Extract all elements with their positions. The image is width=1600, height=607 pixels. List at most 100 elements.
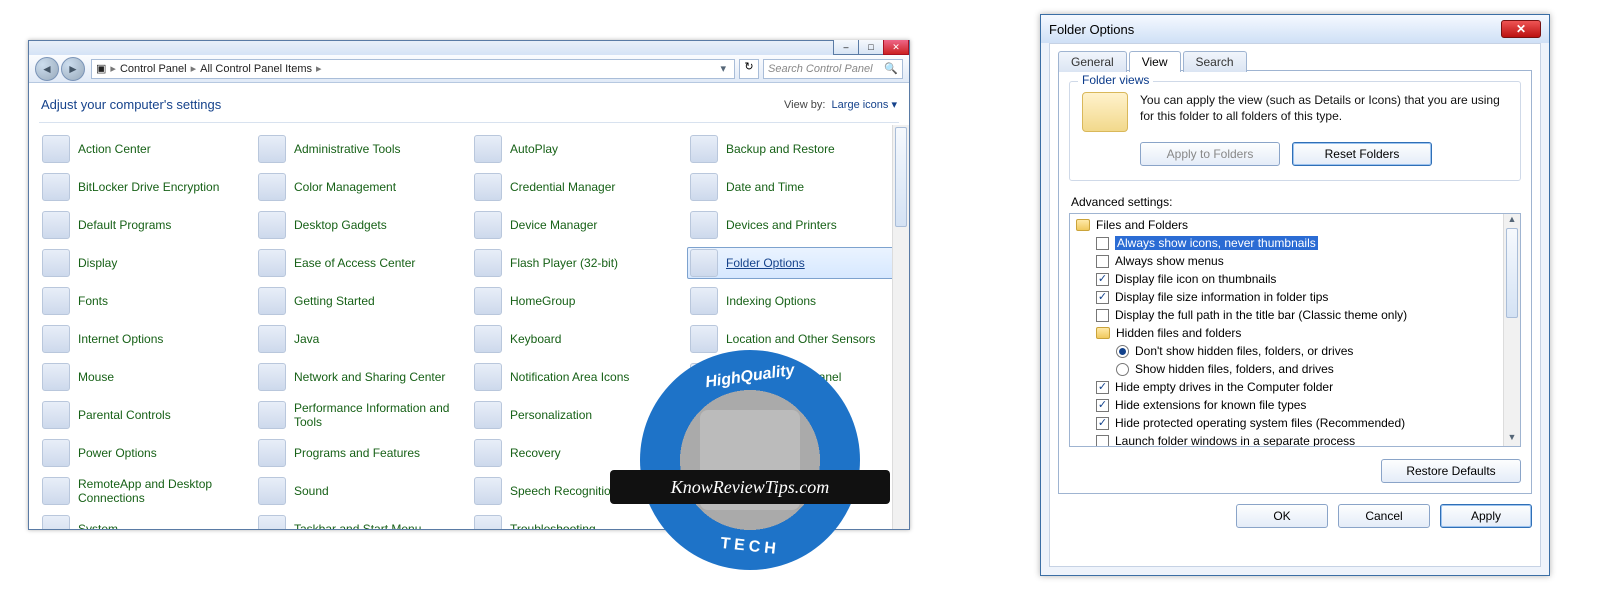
cp-item-keyboard[interactable]: Keyboard (471, 323, 683, 355)
apply-button[interactable]: Apply (1440, 504, 1532, 528)
forward-button[interactable]: ► (61, 57, 85, 81)
cp-item-color-management[interactable]: Color Management (255, 171, 467, 203)
cp-item-phone-and-modem[interactable]: Phone and Modem (687, 399, 899, 431)
tab-general[interactable]: General (1058, 51, 1127, 72)
cp-item-device-manager[interactable]: Device Manager (471, 209, 683, 241)
viewby-dropdown[interactable]: Large icons ▾ (832, 99, 897, 111)
checkbox[interactable]: ✓ (1096, 417, 1109, 430)
checkbox[interactable] (1096, 255, 1109, 268)
cancel-button[interactable]: Cancel (1338, 504, 1430, 528)
tree-check-display-file-size-information-in-folder-[interactable]: ✓Display file size information in folder… (1070, 288, 1503, 306)
cp-item-action-center[interactable]: Action Center (39, 133, 251, 165)
tab-view[interactable]: View (1129, 51, 1181, 72)
cp-item-homegroup[interactable]: HomeGroup (471, 285, 683, 317)
tree-check-hide-extensions-for-known-file-types[interactable]: ✓Hide extensions for known file types (1070, 396, 1503, 414)
checkbox[interactable]: ✓ (1096, 291, 1109, 304)
cp-item-parental-controls[interactable]: Parental Controls (39, 399, 251, 431)
cp-item-backup-and-restore[interactable]: Backup and Restore (687, 133, 899, 165)
cp-item-getting-started[interactable]: Getting Started (255, 285, 467, 317)
breadcrumb-1[interactable]: Control Panel (120, 63, 187, 75)
apply-to-folders-button[interactable]: Apply to Folders (1140, 142, 1280, 166)
cp-item-taskbar-and-start-menu[interactable]: Taskbar and Start Menu (255, 513, 467, 529)
cp-item-administrative-tools[interactable]: Administrative Tools (255, 133, 467, 165)
cp-item-mouse[interactable]: Mouse (39, 361, 251, 393)
cp-item-devices-and-printers[interactable]: Devices and Printers (687, 209, 899, 241)
cp-item-sync-center[interactable]: Sync Center (687, 475, 899, 507)
checkbox[interactable] (1096, 309, 1109, 322)
cp-item-power-options[interactable]: Power Options (39, 437, 251, 469)
cp-item-ease-of-access-center[interactable]: Ease of Access Center (255, 247, 467, 279)
tree-radio-don-t-show-hidden-files-folders-or-drive[interactable]: Don't show hidden files, folders, or dri… (1070, 342, 1503, 360)
cp-item-bitlocker-drive-encryption[interactable]: BitLocker Drive Encryption (39, 171, 251, 203)
tree-radio-show-hidden-files-folders-and-drives[interactable]: Show hidden files, folders, and drives (1070, 360, 1503, 378)
cp-titlebar[interactable]: – □ ✕ (29, 41, 909, 55)
cp-item-region-and-language[interactable]: Region and Language (687, 437, 899, 469)
cp-item-desktop-gadgets[interactable]: Desktop Gadgets (255, 209, 467, 241)
close-button[interactable]: ✕ (1501, 20, 1541, 38)
advanced-scrollbar[interactable]: ▲▼ (1503, 214, 1520, 446)
cp-item-default-programs[interactable]: Default Programs (39, 209, 251, 241)
cp-scrollbar[interactable] (892, 125, 909, 529)
cp-item-fonts[interactable]: Fonts (39, 285, 251, 317)
cp-item-label: Taskbar and Start Menu (294, 522, 421, 529)
cp-item-personalization[interactable]: Personalization (471, 399, 683, 431)
back-button[interactable]: ◄ (35, 57, 59, 81)
checkbox[interactable]: ✓ (1096, 381, 1109, 394)
close-button[interactable]: ✕ (883, 40, 909, 55)
checkbox[interactable] (1096, 237, 1109, 250)
ok-button[interactable]: OK (1236, 504, 1328, 528)
radio[interactable] (1116, 345, 1129, 358)
checkbox[interactable]: ✓ (1096, 399, 1109, 412)
breadcrumb[interactable]: ▣▸ Control Panel ▸ All Control Panel Ite… (91, 59, 735, 79)
reset-folders-button[interactable]: Reset Folders (1292, 142, 1432, 166)
cp-item-display[interactable]: Display (39, 247, 251, 279)
tree-check-launch-folder-windows-in-a-separate-proc[interactable]: Launch folder windows in a separate proc… (1070, 432, 1503, 446)
cp-item-label: Ease of Access Center (294, 256, 415, 270)
cp-item-remoteapp-and-desktop-connections[interactable]: RemoteApp and Desktop Connections (39, 475, 251, 507)
cp-item-internet-options[interactable]: Internet Options (39, 323, 251, 355)
cp-item-sound[interactable]: Sound (255, 475, 467, 507)
cp-item-icon (474, 401, 502, 429)
cp-item-date-and-time[interactable]: Date and Time (687, 171, 899, 203)
cp-item-folder-options[interactable]: Folder Options (687, 247, 899, 279)
cp-item-flash-player-32-bit-[interactable]: Flash Player (32-bit) (471, 247, 683, 279)
cp-item-nvidia-control-panel[interactable]: NVIDIA Control Panel (687, 361, 899, 393)
breadcrumb-2[interactable]: All Control Panel Items (200, 63, 312, 75)
cp-item-indexing-options[interactable]: Indexing Options (687, 285, 899, 317)
cp-item-network-and-sharing-center[interactable]: Network and Sharing Center (255, 361, 467, 393)
search-input[interactable]: Search Control Panel 🔍 (763, 59, 903, 79)
tree-check-always-show-icons-never-thumbnails[interactable]: Always show icons, never thumbnails (1070, 234, 1503, 252)
tree-check-always-show-menus[interactable]: Always show menus (1070, 252, 1503, 270)
cp-item-troubleshooting[interactable]: Troubleshooting (471, 513, 683, 529)
fo-title-text: Folder Options (1049, 22, 1134, 37)
radio[interactable] (1116, 363, 1129, 376)
cp-item-icon (474, 363, 502, 391)
tree-check-hide-empty-drives-in-the-computer-folder[interactable]: ✓Hide empty drives in the Computer folde… (1070, 378, 1503, 396)
refresh-button[interactable]: ↻ (739, 59, 759, 79)
cp-item-icon (258, 249, 286, 277)
tree-check-hide-protected-operating-system-files-re[interactable]: ✓Hide protected operating system files (… (1070, 414, 1503, 432)
tree-check-display-file-icon-on-thumbnails[interactable]: ✓Display file icon on thumbnails (1070, 270, 1503, 288)
cp-item-icon (258, 211, 286, 239)
fo-titlebar[interactable]: Folder Options ✕ (1041, 15, 1549, 43)
cp-item-user-accounts[interactable]: User Accounts (687, 513, 899, 529)
checkbox[interactable] (1096, 435, 1109, 447)
maximize-button[interactable]: □ (858, 40, 884, 55)
folder-icon (1096, 327, 1110, 339)
cp-item-icon (42, 325, 70, 353)
cp-item-location-and-other-sensors[interactable]: Location and Other Sensors (687, 323, 899, 355)
cp-item-system[interactable]: System (39, 513, 251, 529)
cp-item-notification-area-icons[interactable]: Notification Area Icons (471, 361, 683, 393)
cp-item-credential-manager[interactable]: Credential Manager (471, 171, 683, 203)
tab-search[interactable]: Search (1183, 51, 1247, 72)
cp-item-programs-and-features[interactable]: Programs and Features (255, 437, 467, 469)
checkbox[interactable]: ✓ (1096, 273, 1109, 286)
minimize-button[interactable]: – (833, 40, 859, 55)
cp-item-autoplay[interactable]: AutoPlay (471, 133, 683, 165)
tree-check-display-the-full-path-in-the-title-bar-c[interactable]: Display the full path in the title bar (… (1070, 306, 1503, 324)
restore-defaults-button[interactable]: Restore Defaults (1381, 459, 1521, 483)
cp-item-java[interactable]: Java (255, 323, 467, 355)
cp-item-recovery[interactable]: Recovery (471, 437, 683, 469)
cp-item-performance-information-and-tools[interactable]: Performance Information and Tools (255, 399, 467, 431)
cp-item-speech-recognition[interactable]: Speech Recognition (471, 475, 683, 507)
